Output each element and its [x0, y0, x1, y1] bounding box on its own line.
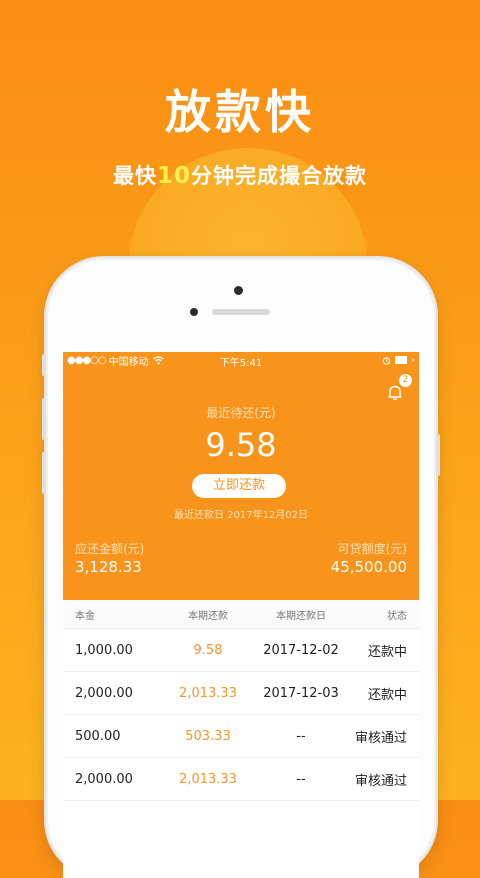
status-bar: ●●●○○ 中国移动 下午5:41 ›: [63, 352, 419, 369]
cell-status: 还款中: [367, 687, 407, 703]
cell-principal: 1,000.00: [75, 642, 133, 658]
table-row[interactable]: 2,000.00 2,013.33 2017-12-03 还款中: [63, 672, 419, 715]
table-row[interactable]: 1,000.00 9.58 2017-12-02 还款中: [63, 629, 419, 672]
promo-subtitle: 最快10分钟完成撮合放款: [0, 160, 480, 190]
header-repayment-date: 本期还款日: [276, 610, 326, 622]
table-header: 本金 本期还款 本期还款日 状态: [63, 600, 419, 629]
recent-due-label: 最近待还(元): [206, 406, 276, 420]
cell-repayment: 9.58: [193, 642, 223, 658]
cell-principal: 500.00: [75, 728, 121, 744]
status-time: 下午5:41: [219, 358, 263, 369]
cell-repayment-date: --: [296, 728, 306, 744]
phone-frame: ●●●○○ 中国移动 下午5:41 › 2 最近待还(元) 9.58 立即还款 …: [42, 258, 440, 878]
table-row[interactable]: 500.00 503.33 -- 审核通过: [63, 715, 419, 758]
credit-limit-label: 可贷额度(元): [337, 542, 407, 556]
payable-amount-value: 3,128.33: [75, 558, 142, 576]
cell-repayment: 2,013.33: [179, 685, 237, 701]
header-repayment: 本期还款: [188, 610, 228, 622]
due-date: 最近还款日 2017年12月02日: [173, 510, 309, 521]
cell-status: 还款中: [367, 644, 407, 660]
notification-badge: 2: [399, 374, 412, 387]
cell-repayment-date: 2017-12-02: [263, 642, 339, 658]
app-screen: ●●●○○ 中国移动 下午5:41 › 2 最近待还(元) 9.58 立即还款 …: [63, 352, 419, 878]
table-row[interactable]: 2,000.00 2,013.33 -- 审核通过: [63, 758, 419, 801]
phone-speaker: [212, 309, 270, 315]
cell-principal: 2,000.00: [75, 771, 133, 787]
phone-power-button: [436, 434, 440, 476]
header-status: 状态: [387, 610, 407, 622]
promo-title: 放款快: [165, 85, 315, 139]
header-principal: 本金: [75, 610, 95, 622]
subtitle-suffix: 分钟完成撮合放款: [191, 164, 367, 188]
subtitle-prefix: 最快: [112, 164, 157, 188]
cell-repayment-date: --: [296, 771, 306, 787]
cell-status: 审核通过: [354, 773, 407, 789]
phone-volume-down: [42, 452, 46, 494]
subtitle-highlight: 10: [156, 163, 191, 189]
phone-camera: [234, 286, 243, 295]
cell-principal: 2,000.00: [75, 685, 133, 701]
cell-repayment: 2,013.33: [179, 771, 237, 787]
phone-mute-switch: [42, 354, 46, 376]
cell-repayment-date: 2017-12-03: [263, 685, 339, 701]
repayment-summary: 2 最近待还(元) 9.58 立即还款 最近还款日 2017年12月02日 应还…: [63, 368, 419, 600]
phone-volume-up: [42, 398, 46, 440]
cell-status: 审核通过: [354, 730, 407, 746]
cell-repayment: 503.33: [185, 728, 231, 744]
payable-amount-label: 应还金额(元): [75, 542, 145, 556]
phone-sensor: [190, 308, 198, 316]
repay-now-button[interactable]: 立即还款: [192, 474, 286, 498]
recent-due-amount: 9.58: [205, 426, 277, 464]
credit-limit-value: 45,500.00: [330, 558, 407, 576]
